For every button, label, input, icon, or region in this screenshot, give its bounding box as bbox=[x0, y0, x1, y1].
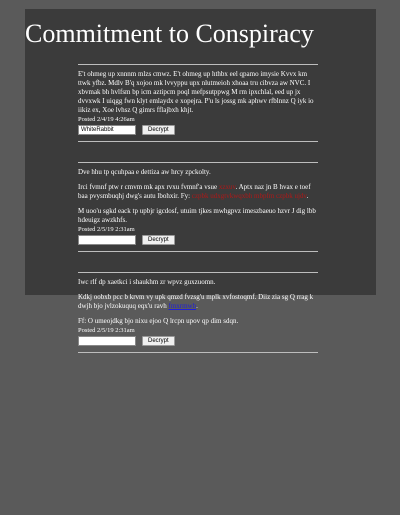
post-paragraph: Irci fvmnf ptw r cmvm mk apx rvxu fvmnf'… bbox=[78, 183, 318, 201]
post-text: M uoo'u sgkd eack tp upbjr igcdosf, utui… bbox=[78, 207, 316, 224]
decrypt-controls: Decrypt bbox=[78, 336, 318, 346]
post-text: Dve hhu tp qcuhpaa e dettiza aw hrcy zpc… bbox=[78, 168, 211, 176]
post-link[interactable]: czpbk udxgtvkwqxbh mbpfm czpbk ujdv bbox=[192, 192, 307, 200]
post: Dve hhu tp qcuhpaa e dettiza aw hrcy zpc… bbox=[78, 162, 318, 252]
post-paragraph: M uoo'u sgkd eack tp upbjr igcdosf, utui… bbox=[78, 207, 318, 225]
post: Iwc rlf dp xaetkci i shaukhm zr wpvz gux… bbox=[78, 272, 318, 353]
decrypt-controls: Decrypt bbox=[78, 125, 318, 135]
post-paragraph: E't ohmeg up xnnnm mlzs cmwz. E't ohmeg … bbox=[78, 70, 318, 115]
post-divider bbox=[78, 141, 318, 142]
post-divider bbox=[78, 251, 318, 252]
post-text: E't ohmeg up xnnnm mlzs cmwz. E't ohmeg … bbox=[78, 70, 314, 114]
decrypt-button[interactable]: Decrypt bbox=[142, 125, 175, 135]
post-divider bbox=[78, 352, 318, 353]
post-body: Iwc rlf dp xaetkci i shaukhm zr wpvz gux… bbox=[78, 273, 318, 326]
post-timestamp: Posted 2/5/19 2:31am bbox=[78, 327, 135, 334]
decrypt-controls: Decrypt bbox=[78, 235, 318, 245]
decrypt-button[interactable]: Decrypt bbox=[142, 336, 175, 346]
post-text: . bbox=[196, 302, 198, 310]
post-list: E't ohmeg up xnnnm mlzs cmwz. E't ohmeg … bbox=[78, 64, 318, 353]
post-text: Ff: O umeojdkg bjo nixu ejoo Q lrcpn upo… bbox=[78, 317, 239, 325]
post-timestamp: Posted 2/4/19 4:26am bbox=[78, 116, 135, 123]
post-body: E't ohmeg up xnnnm mlzs cmwz. E't ohmeg … bbox=[78, 65, 318, 115]
post: E't ohmeg up xnnnm mlzs cmwz. E't ohmeg … bbox=[78, 64, 318, 142]
post-paragraph: Dve hhu tp qcuhpaa e dettiza aw hrcy zpc… bbox=[78, 168, 318, 177]
page-title: Commitment to Conspiracy bbox=[25, 19, 314, 48]
post-text: Irci fvmnf ptw r cmvm mk apx rvxu fvmnf'… bbox=[78, 183, 219, 191]
decryption-key-input[interactable] bbox=[78, 336, 136, 346]
post-timestamp: Posted 2/5/19 2:31am bbox=[78, 226, 135, 233]
decryption-key-input[interactable] bbox=[78, 235, 136, 245]
decryption-key-input[interactable] bbox=[78, 125, 136, 135]
post-body: Dve hhu tp qcuhpaa e dettiza aw hrcy zpc… bbox=[78, 163, 318, 225]
post-link[interactable]: xzxuv bbox=[219, 183, 236, 191]
post-paragraph: Kdkj oobxb pcc b krvm vy upk qmzd fvzsg'… bbox=[78, 293, 318, 311]
post-paragraph: Iwc rlf dp xaetkci i shaukhm zr wpvz gux… bbox=[78, 278, 318, 287]
post-paragraph: Ff: O umeojdkg bjo nixu ejoo Q lrcpn upo… bbox=[78, 317, 318, 326]
post-text: Iwc rlf dp xaetkci i shaukhm zr wpvz gux… bbox=[78, 278, 216, 286]
decrypt-button[interactable]: Decrypt bbox=[142, 235, 175, 245]
post-link[interactable]: fmxrmwh bbox=[169, 302, 197, 310]
post-text: . bbox=[306, 192, 309, 200]
